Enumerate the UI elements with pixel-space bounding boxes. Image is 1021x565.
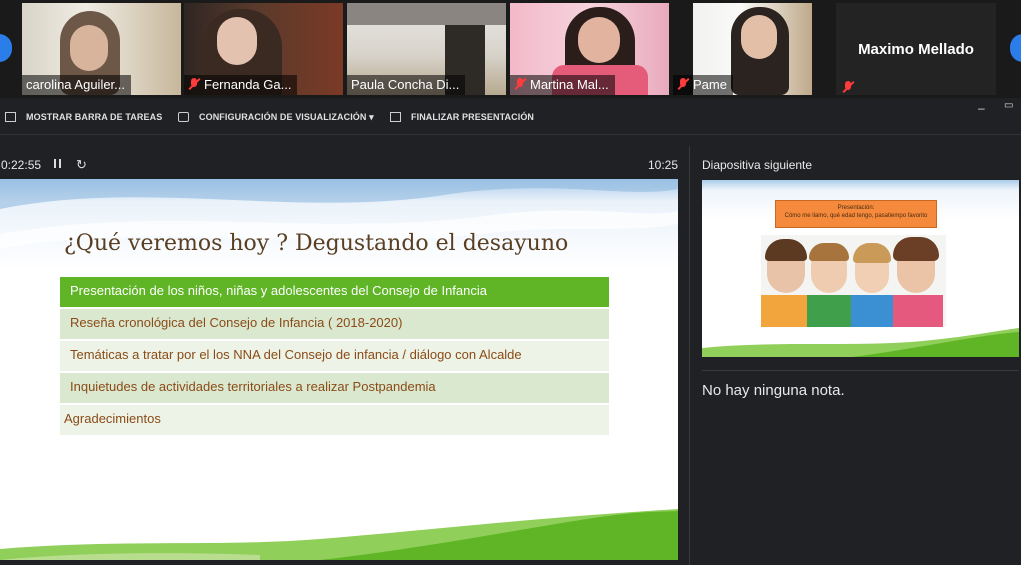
participant-name: Fernanda Ga... xyxy=(204,77,292,92)
next-slide-title-box: Presentación: Cómo me llamo, qué edad te… xyxy=(775,200,937,228)
agenda-item: Presentación de los niños, niñas y adole… xyxy=(60,277,609,307)
reset-timer-icon[interactable]: ↻ xyxy=(76,157,87,173)
display-settings-icon xyxy=(178,112,189,122)
participant-name: carolina Aguiler... xyxy=(22,75,132,95)
children-photo xyxy=(761,235,946,327)
scroll-right-button[interactable] xyxy=(1010,34,1021,62)
display-settings-button[interactable]: CONFIGURACIÓN DE VISUALIZACIÓN ▾ xyxy=(178,112,374,123)
taskbar-icon xyxy=(5,112,16,122)
agenda-item: Agradecimientos xyxy=(60,405,609,435)
participant-tile[interactable]: carolina Aguiler... xyxy=(22,3,181,95)
participant-tile[interactable]: Pame xyxy=(673,3,832,95)
show-taskbar-button[interactable]: MOSTRAR BARRA DE TAREAS xyxy=(5,112,162,122)
participant-name: Maximo Mellado xyxy=(858,41,974,58)
participant-name: Paula Concha Di... xyxy=(347,75,466,95)
next-slide-heading: Presentación: xyxy=(837,205,875,211)
agenda-item: Temáticas a tratar por el los NNA del Co… xyxy=(60,341,609,371)
restore-button[interactable]: ▭ xyxy=(1004,100,1013,111)
participant-strip: carolina Aguiler... Fernanda Ga... Paula… xyxy=(0,0,1021,98)
muted-mic-icon xyxy=(514,78,526,90)
end-presentation-label: FINALIZAR PRESENTACIÓN xyxy=(411,112,535,122)
agenda-item: Inquietudes de actividades territoriales… xyxy=(60,373,609,403)
participant-tile[interactable]: Maximo Mellado xyxy=(836,3,996,95)
clock: 10:25 xyxy=(648,158,679,172)
end-presentation-icon xyxy=(390,112,401,122)
current-slide: ¿Qué veremos hoy ? Degustando el desayun… xyxy=(0,179,678,560)
show-taskbar-label: MOSTRAR BARRA DE TAREAS xyxy=(26,112,163,122)
display-settings-label: CONFIGURACIÓN DE VISUALIZACIÓN ▾ xyxy=(199,112,374,122)
speaker-notes: No hay ninguna nota. xyxy=(702,382,845,399)
end-presentation-button[interactable]: FINALIZAR PRESENTACIÓN xyxy=(390,112,534,122)
scroll-left-button[interactable] xyxy=(0,34,12,62)
next-slide-preview[interactable]: Presentación: Cómo me llamo, qué edad te… xyxy=(702,180,1019,357)
participant-tile[interactable]: Paula Concha Di... xyxy=(347,3,506,95)
minimize-button[interactable]: – xyxy=(978,101,985,115)
panel-divider[interactable] xyxy=(689,146,690,565)
participant-name: Martina Mal... xyxy=(530,77,609,92)
muted-mic-icon xyxy=(188,78,200,90)
next-slide-subheading: Cómo me llamo, qué edad tengo, pasatiemp… xyxy=(784,213,928,219)
slide-title: ¿Qué veremos hoy ? Degustando el desayun… xyxy=(64,231,569,256)
participant-name: Pame xyxy=(693,77,727,92)
notes-divider xyxy=(702,370,1019,371)
muted-mic-icon xyxy=(677,78,689,90)
pause-icon[interactable] xyxy=(54,159,61,168)
elapsed-timer: 0:22:55 xyxy=(1,158,42,172)
agenda-item: Reseña cronológica del Consejo de Infanc… xyxy=(60,309,609,339)
presenter-toolbar: MOSTRAR BARRA DE TAREAS CONFIGURACIÓN DE… xyxy=(0,100,1021,135)
participant-tile[interactable]: Martina Mal... xyxy=(510,3,669,95)
next-slide-label: Diapositiva siguiente xyxy=(702,158,813,172)
muted-mic-icon xyxy=(842,81,854,93)
participant-tile[interactable]: Fernanda Ga... xyxy=(184,3,343,95)
